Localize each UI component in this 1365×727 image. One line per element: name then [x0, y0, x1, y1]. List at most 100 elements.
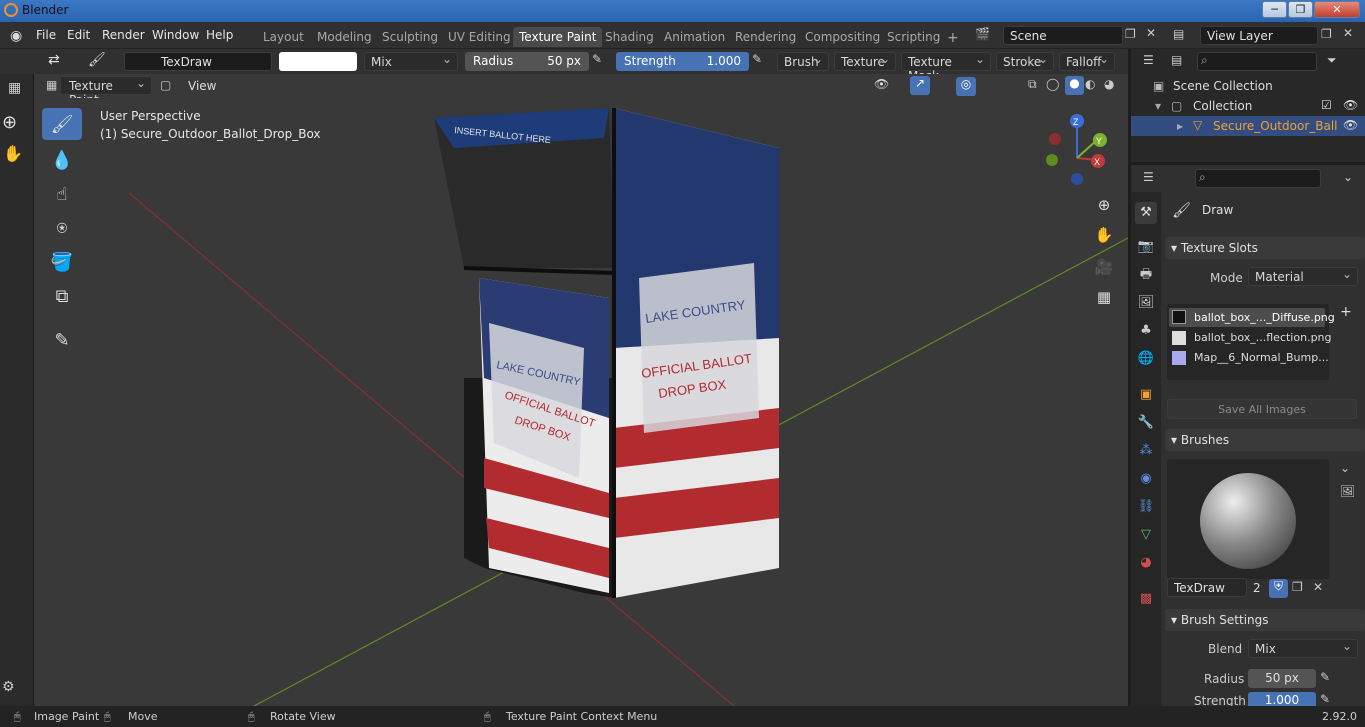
overlay-toggle-icon[interactable]: ◎ [956, 77, 976, 96]
texture-slots-header[interactable]: ▾ Texture Slots [1165, 237, 1365, 259]
tab-texture-paint[interactable]: Texture Paint [513, 27, 603, 47]
tab-shading[interactable]: Shading [599, 27, 660, 47]
view-layer-field[interactable]: View Layer [1200, 26, 1318, 45]
close-button[interactable]: ✕ [1314, 1, 1360, 18]
expand-arrow-icon[interactable]: ▸ [1177, 119, 1183, 133]
texture-slot-item[interactable]: Map__6_Normal_Bump... [1194, 351, 1329, 364]
xray-icon[interactable]: ⧉ [1028, 77, 1037, 92]
unlink-brush-icon[interactable]: ✕ [1313, 580, 1323, 594]
brush-preview[interactable] [1167, 459, 1329, 579]
object-tab-icon[interactable]: ▣ [1135, 384, 1157, 406]
save-all-images-button[interactable]: Save All Images [1167, 399, 1357, 419]
mask-tool-icon[interactable]: ⧉ [42, 280, 82, 312]
settings-gear-icon[interactable]: ⚙ [2, 679, 15, 695]
image-editor-icon[interactable]: ▦ [8, 80, 21, 96]
tab-sculpting[interactable]: Sculpting [376, 27, 444, 47]
falloff-menu[interactable]: Falloff [1059, 52, 1115, 71]
outliner-editor-icon[interactable]: ☰ [1143, 53, 1154, 67]
tab-rendering[interactable]: Rendering [729, 27, 802, 47]
texture-slot-item[interactable]: ballot_box_..._Diffuse.png [1194, 311, 1335, 324]
tab-compositing[interactable]: Compositing [799, 27, 886, 47]
tab-animation[interactable]: Animation [658, 27, 731, 47]
clone-tool-icon[interactable]: ⍟ [42, 212, 82, 244]
collection-checkbox[interactable]: ☑ [1321, 98, 1332, 112]
remove-view-layer-icon[interactable]: ✕ [1343, 26, 1353, 40]
properties-options-icon[interactable]: ⌄ [1343, 170, 1353, 184]
remove-scene-icon[interactable]: ✕ [1146, 26, 1156, 40]
texture-slot-toggle-icon[interactable]: ▢ [160, 78, 171, 92]
scene-icon[interactable]: 🎬 [975, 27, 990, 41]
brush-name-field[interactable]: TexDraw [124, 52, 272, 71]
strength-pressure-icon[interactable]: ✎ [752, 52, 762, 66]
brush-image-icon[interactable]: 🖼 [1340, 484, 1355, 498]
outliner-display-icon[interactable]: ▤ [1171, 53, 1182, 67]
smear-tool-icon[interactable]: ☝ [42, 178, 82, 210]
tool-tab-icon[interactable]: ⚒ [1135, 202, 1157, 224]
fill-tool-icon[interactable]: 🪣 [42, 246, 82, 278]
brush-icon[interactable]: 🖌 [88, 52, 106, 68]
view-menu[interactable]: View [188, 79, 216, 93]
tab-uv-editing[interactable]: UV Editing [442, 27, 517, 47]
minimize-button[interactable]: ─ [1262, 1, 1287, 18]
strength-slider[interactable]: Strength 1.000 [616, 52, 749, 71]
menu-file[interactable]: File [36, 28, 56, 42]
draw-tool-icon[interactable]: 🖌 [42, 108, 82, 140]
brush-radius-pressure-icon[interactable]: ✎ [1320, 670, 1330, 684]
mode-dropdown[interactable]: Texture Paint [60, 76, 152, 107]
soften-tool-icon[interactable]: 💧 [42, 144, 82, 176]
tab-layout[interactable]: Layout [257, 27, 310, 47]
brush-radius-field[interactable]: 50 px [1248, 669, 1316, 688]
brush-menu[interactable]: Brush [777, 52, 829, 71]
tab-modeling[interactable]: Modeling [311, 27, 378, 47]
world-tab-icon[interactable]: 🌐 [1135, 348, 1157, 370]
radius-pressure-icon[interactable]: ✎ [592, 52, 602, 66]
brush-settings-header[interactable]: ▾ Brush Settings [1165, 609, 1365, 631]
brush-datablock-name[interactable]: TexDraw [1167, 578, 1247, 597]
constraints-tab-icon[interactable]: ⛓ [1135, 496, 1157, 518]
texture-tab-icon[interactable]: ▩ [1135, 588, 1157, 610]
filter-icon[interactable]: ⏷ [1327, 53, 1337, 68]
physics-tab-icon[interactable]: ◉ [1135, 468, 1157, 490]
new-scene-icon[interactable]: ❐ [1125, 27, 1136, 41]
data-tab-icon[interactable]: ▽ [1135, 524, 1157, 546]
stroke-menu[interactable]: Stroke [996, 52, 1054, 71]
brush-strength-pressure-icon[interactable]: ✎ [1320, 692, 1330, 706]
collection-label[interactable]: Collection [1193, 99, 1252, 113]
3d-viewport[interactable]: LAKE COUNTRY OFFICIAL BALLOT DROP BOX LA… [34, 98, 1128, 706]
material-tab-icon[interactable]: ◕ [1135, 552, 1157, 574]
maximize-button[interactable]: ❐ [1288, 1, 1313, 18]
add-slot-button[interactable]: + [1340, 304, 1352, 320]
brush-blend-dropdown[interactable]: Mix [1248, 639, 1358, 658]
blend-dropdown[interactable]: Mix [364, 52, 458, 71]
blender-menu-icon[interactable]: ◉ [10, 28, 22, 44]
zoom-icon[interactable]: ⊕ [2, 112, 17, 133]
rendered-shading-icon[interactable]: ◕ [1104, 77, 1114, 91]
camera-view-icon[interactable]: 🎥 [1091, 254, 1117, 280]
outliner-search[interactable] [1197, 52, 1317, 71]
view-layer-icon[interactable]: ▤ [1173, 27, 1184, 41]
menu-render[interactable]: Render [102, 28, 145, 42]
solid-shading-icon[interactable]: ● [1065, 76, 1084, 95]
menu-help[interactable]: Help [206, 28, 233, 42]
particles-tab-icon[interactable]: ⁂ [1135, 440, 1157, 462]
menu-window[interactable]: Window [152, 28, 199, 42]
zoom-in-icon[interactable]: ⊕ [1091, 192, 1117, 218]
material-shading-icon[interactable]: ◐ [1085, 77, 1095, 91]
collapse-arrow-icon[interactable]: ▾ [1155, 99, 1161, 113]
brushes-header[interactable]: ▾ Brushes [1165, 429, 1365, 451]
object-label[interactable]: Secure_Outdoor_Ball [1213, 119, 1338, 133]
collection-visibility-icon[interactable]: 👁 [1343, 98, 1358, 112]
tab-scripting[interactable]: Scripting [881, 27, 946, 47]
render-tab-icon[interactable]: 📷 [1135, 236, 1157, 258]
wireframe-shading-icon[interactable]: ◯ [1046, 77, 1059, 91]
scene-collection-label[interactable]: Scene Collection [1173, 79, 1273, 93]
grid-ortho-icon[interactable]: ▦ [1091, 284, 1117, 310]
texture-menu[interactable]: Texture [834, 52, 896, 71]
scene-field[interactable]: Scene [1003, 26, 1123, 45]
fake-user-shield-icon[interactable]: ⛨ [1269, 579, 1288, 598]
duplicate-brush-icon[interactable]: ❐ [1292, 580, 1303, 594]
texture-mask-menu[interactable]: Texture Mask [901, 52, 991, 83]
menu-edit[interactable]: Edit [67, 28, 90, 42]
view-layer-tab-icon[interactable]: 🖼 [1135, 292, 1157, 314]
object-visibility-icon[interactable]: 👁 [1343, 118, 1358, 132]
